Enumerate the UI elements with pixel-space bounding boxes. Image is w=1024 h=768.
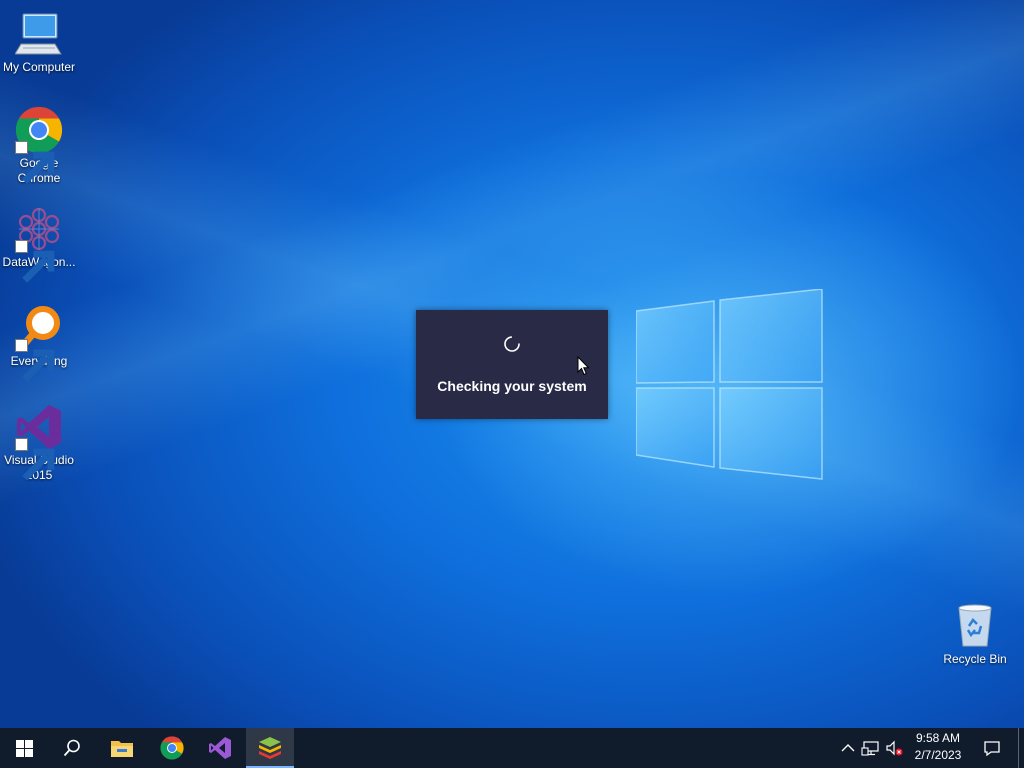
volume-muted-icon[interactable] (884, 738, 904, 758)
recycle-bin-icon (951, 602, 999, 650)
loading-spinner-icon (504, 336, 520, 352)
desktop-icon-my-computer[interactable]: My Computer (0, 10, 78, 75)
taskbar: 9:58 AM 2/7/2023 (0, 728, 1024, 768)
search-icon (63, 739, 80, 757)
notification-icon (984, 741, 1000, 757)
start-button[interactable] (0, 728, 48, 768)
visual-studio-icon (209, 737, 231, 759)
shortcut-arrow-icon (15, 141, 55, 184)
desktop[interactable]: My Computer Google Chrome DataWagon... E… (0, 0, 1024, 728)
bluestacks-icon (259, 737, 281, 759)
desktop-icon-visual-studio[interactable]: Visual Studio 2015 (0, 403, 78, 483)
mouse-cursor-icon (577, 356, 590, 376)
start-icon (15, 739, 33, 757)
windows-logo-wallpaper-icon (636, 289, 823, 480)
desktop-icon-everything[interactable]: Everything (0, 304, 78, 382)
dialog-message: Checking your system (437, 378, 587, 394)
everything-search-icon (15, 304, 63, 382)
action-center-button[interactable] (980, 728, 1004, 768)
visual-studio-icon (15, 403, 63, 481)
chevron-up-icon[interactable] (838, 738, 858, 758)
desktop-icon-label: My Computer (2, 60, 76, 74)
shortcut-arrow-icon (15, 438, 55, 481)
datawagon-icon (15, 205, 63, 283)
search-button[interactable] (48, 728, 96, 768)
chrome-icon (160, 736, 184, 760)
file-explorer-icon (111, 741, 133, 757)
desktop-icon-recycle-bin[interactable]: Recycle Bin (936, 602, 1014, 667)
shortcut-arrow-icon (15, 339, 55, 382)
clock-date: 2/7/2023 (914, 748, 962, 762)
computer-icon (15, 10, 63, 58)
taskbar-chrome[interactable] (148, 728, 196, 768)
network-icon[interactable] (861, 738, 881, 758)
desktop-icon-datawagon[interactable]: DataWagon... (0, 205, 78, 283)
shortcut-arrow-icon (15, 240, 55, 283)
desktop-icon-google-chrome[interactable]: Google Chrome (0, 106, 78, 186)
show-desktop-button[interactable] (1018, 728, 1024, 768)
taskbar-visual-studio[interactable] (196, 728, 244, 768)
desktop-icon-label: Recycle Bin (943, 652, 1007, 666)
clock-time: 9:58 AM (915, 731, 961, 745)
taskbar-clock[interactable]: 9:58 AM 2/7/2023 (906, 730, 970, 766)
chrome-icon (15, 106, 63, 184)
taskbar-file-explorer[interactable] (98, 728, 146, 768)
taskbar-bluestacks[interactable] (246, 728, 294, 768)
